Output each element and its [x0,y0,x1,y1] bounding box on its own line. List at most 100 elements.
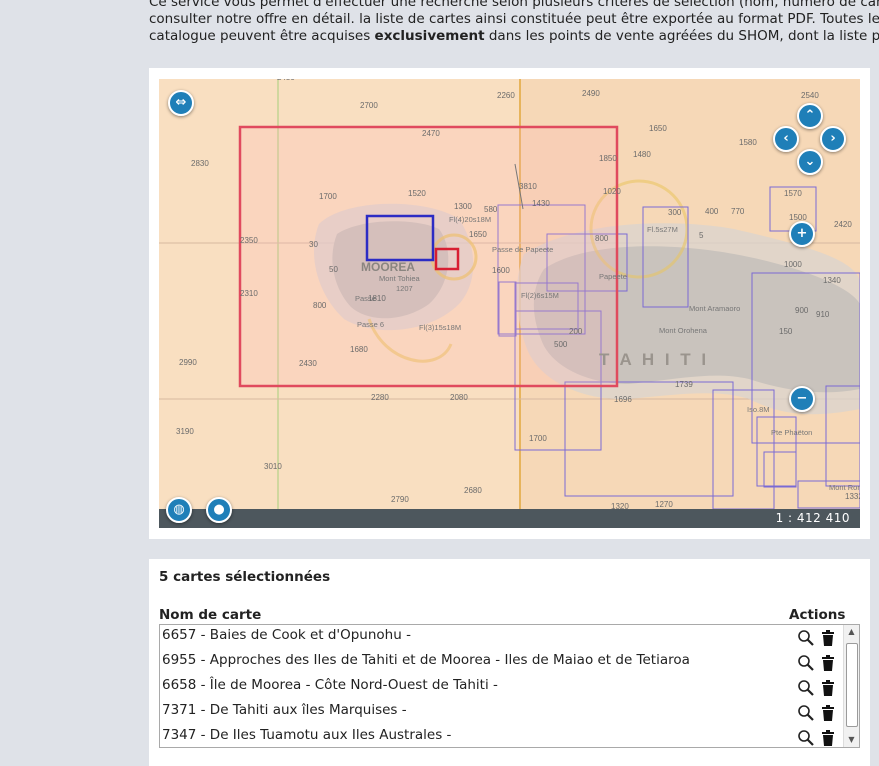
label-mont-ron: Mont Ron [829,483,860,492]
chart-name: 7347 - De Iles Tuamotu aux Iles Australe… [162,727,452,743]
chart-name: 6955 - Approches des Iles de Tahiti et d… [162,652,690,668]
zoom-to-chart-button[interactable] [797,654,815,672]
depth-value: 2260 [497,91,515,100]
chart-name: 6657 - Baies de Cook et d'Opunohu - [162,627,411,643]
intro-emphasis: exclusivement [374,28,485,44]
depth-value: 3190 [176,427,194,436]
magnifier-icon [798,705,814,721]
depth-value: 800 [595,234,609,243]
magnifier-icon [798,680,814,696]
pan-down-button[interactable]: ⌄ [797,149,823,175]
depth-value: 2280 [371,393,389,402]
locate-button[interactable]: ● [206,497,232,523]
column-header-actions: Actions [789,607,846,623]
depth-value: 2790 [391,495,409,504]
depth-value: 1480 [633,150,651,159]
trash-icon [822,680,834,696]
map-panel: MOOREA T A H I T I Mont Tohiea 1207 Mont… [149,68,870,539]
depth-value: 900 [795,306,809,315]
list-item[interactable]: 7371 - De Tahiti aux îles Marquises - [160,700,840,725]
column-header-name: Nom de carte [159,607,262,623]
chevron-right-icon: › [830,131,836,146]
zoom-out-button[interactable]: − [789,386,815,412]
zoom-to-chart-button[interactable] [797,704,815,722]
depth-value: 1580 [739,138,757,147]
delete-chart-button[interactable] [819,704,837,722]
depth-value: 800 [313,301,327,310]
intro-text: Ce service vous permet d'effectuer une r… [149,0,879,45]
depth-value: 1680 [350,345,368,354]
depth-value: 1020 [603,187,621,196]
list-item[interactable]: 7347 - De Iles Tuamotu aux Iles Australe… [160,725,840,747]
depth-value: 2470 [422,129,440,138]
pan-right-button[interactable]: › [820,126,846,152]
trash-icon [822,730,834,746]
zoom-to-chart-button[interactable] [797,679,815,697]
zoom-in-button[interactable]: + [789,221,815,247]
intro-line-2: consulter notre offre en détail. la list… [149,11,879,27]
depth-value: 2490 [582,89,600,98]
depth-value: 1739 [675,380,693,389]
magnifier-icon [798,655,814,671]
pan-up-button[interactable]: ⌃ [797,103,823,129]
map-canvas[interactable]: MOOREA T A H I T I Mont Tohiea 1207 Mont… [159,79,860,528]
label-papeete: Papeete [599,272,627,281]
delete-chart-button[interactable] [819,654,837,672]
label-mont-tohiea-alt: 1207 [396,284,413,293]
scale-text: 1 : 412 410 [775,511,850,525]
label-light-tahiti-s: Fl(2)6s15M [521,291,559,300]
intro-line-1: Ce service vous permet d'effectuer une r… [149,0,879,10]
list-scrollbar[interactable]: ▲ ▼ [843,625,859,747]
depth-value: 2990 [179,358,197,367]
globe-button[interactable]: ◍ [166,497,192,523]
label-mont-aramaoro: Mont Aramaoro [689,304,740,313]
minus-icon: − [796,391,808,406]
list-item[interactable]: 6657 - Baies de Cook et d'Opunohu - [160,625,840,650]
depth-value: 2310 [240,289,258,298]
zoom-to-chart-button[interactable] [797,729,815,747]
scale-bar: 1 : 412 410 [159,509,860,528]
magnifier-icon [798,630,814,646]
depth-value: 3010 [264,462,282,471]
depth-value: 2080 [450,393,468,402]
chart-map[interactable]: MOOREA T A H I T I Mont Tohiea 1207 Mont… [159,79,860,528]
label-mont-tohiea: Mont Tohiea [379,274,421,283]
label-passe-6: Passe 6 [357,320,384,329]
depth-value: 1520 [408,189,426,198]
label-moorea: MOOREA [361,260,415,274]
arrows-horizontal-icon: ⇔ [175,95,187,110]
depth-value: 2420 [834,220,852,229]
depth-value: 1850 [599,154,617,163]
depth-value: 2680 [464,486,482,495]
label-tahiti: T A H I T I [599,350,709,369]
depth-value: 1810 [368,294,386,303]
label-light-moorea-s: Fl(3)15s18M [419,323,461,332]
list-item[interactable]: 6955 - Approches des Iles de Tahiti et d… [160,650,840,675]
scroll-thumb[interactable] [846,643,858,727]
depth-value: 2430 [299,359,317,368]
depth-value: 200 [569,327,583,336]
depth-value: 50 [329,265,338,274]
depth-value: 5 [699,231,704,240]
depth-value: 1430 [532,199,550,208]
depth-value: 1570 [784,189,802,198]
depth-value: 580 [484,205,498,214]
scroll-down-arrow[interactable]: ▼ [844,733,859,747]
label-light-tahiti: Fl.5s27M [647,225,678,234]
depth-value: 1340 [823,276,841,285]
delete-chart-button[interactable] [819,729,837,747]
plus-icon: + [796,226,808,241]
list-item[interactable]: 6658 - Île de Moorea - Côte Nord-Ouest d… [160,675,840,700]
delete-chart-button[interactable] [819,629,837,647]
scroll-up-arrow[interactable]: ▲ [844,625,859,639]
delete-chart-button[interactable] [819,679,837,697]
zoom-to-chart-button[interactable] [797,629,815,647]
selection-count: 5 cartes sélectionnées [159,569,331,585]
pan-left-button[interactable]: ‹ [773,126,799,152]
depth-value: 150 [779,327,793,336]
depth-value: 1300 [454,202,472,211]
chevron-down-icon: ⌄ [804,154,816,169]
magnifier-icon [798,730,814,746]
chart-list[interactable]: ▲ ▼ 6657 - Baies de Cook et d'Opunohu - 6… [159,624,860,748]
pan-toggle-button[interactable]: ⇔ [168,90,194,116]
